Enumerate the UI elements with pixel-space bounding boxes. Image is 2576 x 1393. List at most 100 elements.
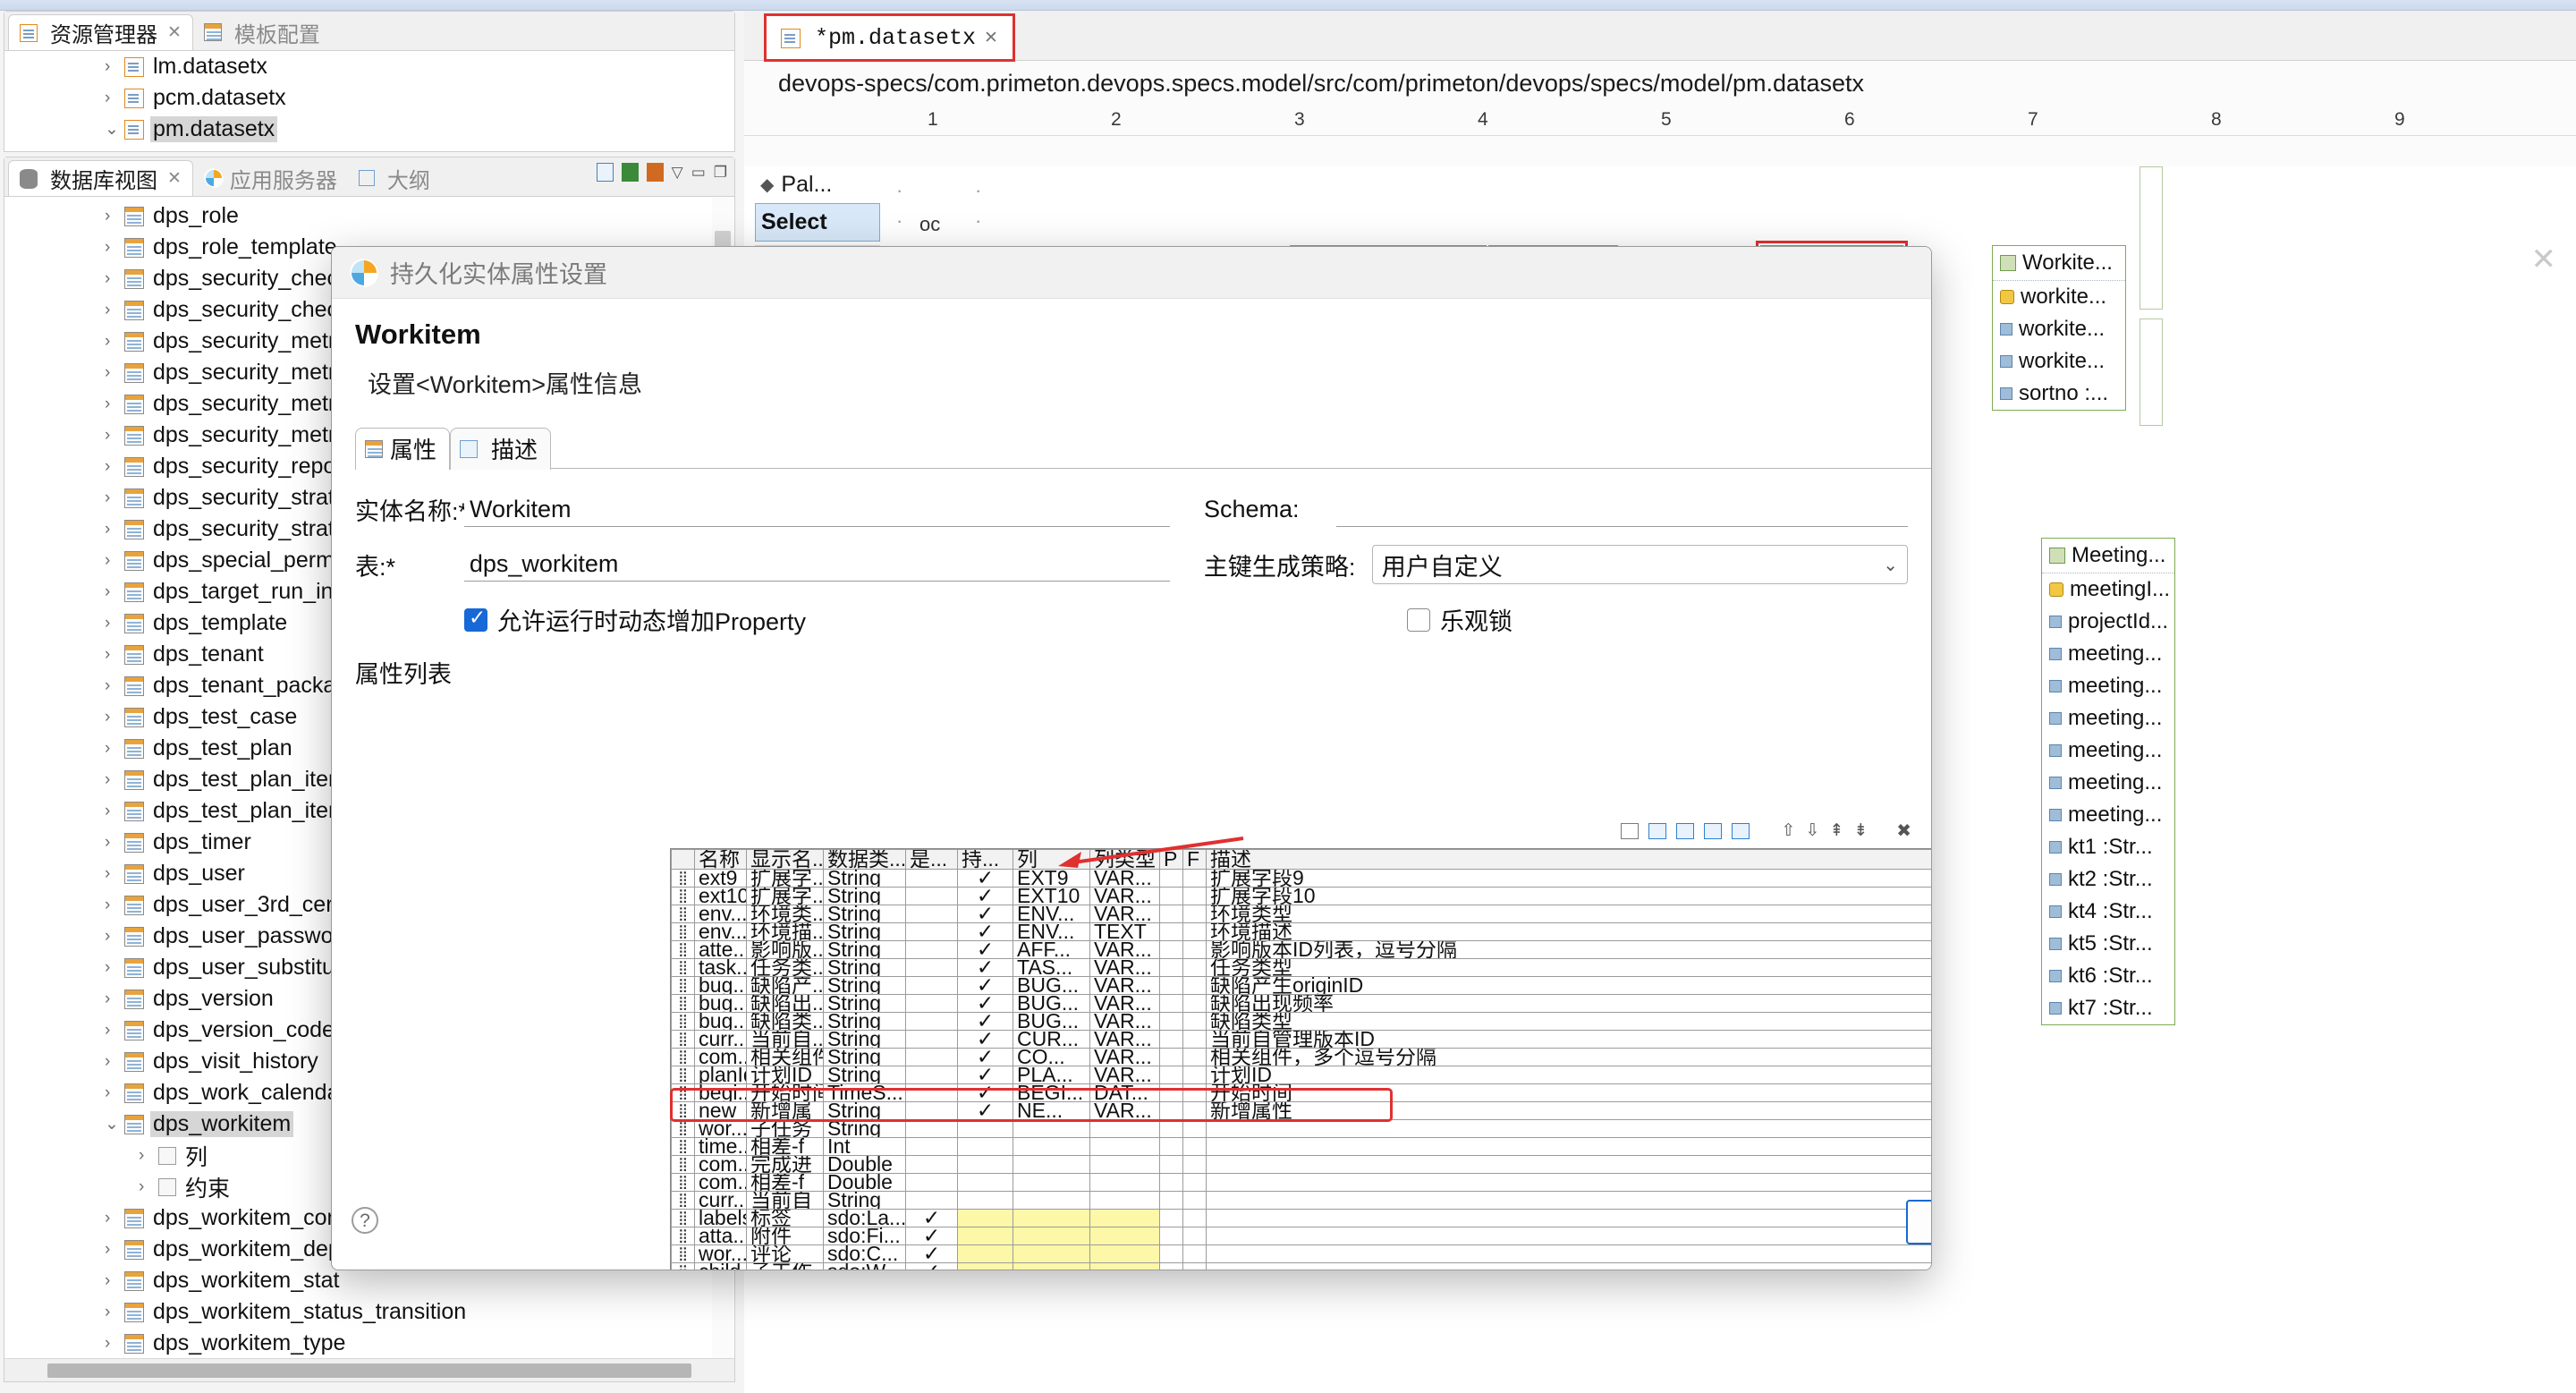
table-cell[interactable]: ENV...: [1013, 922, 1090, 941]
optimistic-lock-checkbox-row[interactable]: 乐观锁: [1407, 602, 1513, 637]
table-cell[interactable]: 扩展字段10: [1206, 887, 1931, 905]
table-cell[interactable]: EXT10: [1013, 887, 1090, 905]
table-cell[interactable]: task...: [694, 958, 747, 977]
table-cell[interactable]: [1159, 1066, 1183, 1084]
ok-button[interactable]: 确定: [1906, 1200, 1931, 1244]
table-cell[interactable]: 相差-f: [746, 1137, 824, 1156]
table-cell[interactable]: [1013, 1137, 1090, 1156]
table-cell[interactable]: [905, 1155, 958, 1174]
table-cell[interactable]: VAR...: [1089, 1048, 1160, 1066]
table-cell[interactable]: [1159, 1030, 1183, 1049]
table-cell[interactable]: PLA...: [1013, 1066, 1090, 1084]
table-cell[interactable]: [1159, 994, 1183, 1013]
table-cell[interactable]: VAR...: [1089, 994, 1160, 1013]
table-cell[interactable]: 缺陷出...: [746, 994, 824, 1013]
table-cell[interactable]: DAT...: [1089, 1083, 1160, 1102]
table-cell[interactable]: ✓: [957, 940, 1013, 959]
table-cell[interactable]: [1206, 1119, 1931, 1138]
entity-attribute-row[interactable]: sortno :...: [1993, 378, 2125, 410]
sort-icon[interactable]: [646, 163, 664, 182]
table-cell[interactable]: [905, 922, 958, 941]
pk-strategy-select[interactable]: 用户自定义 ⌄: [1371, 545, 1909, 584]
table-row[interactable]: ⣿ bug... 缺陷产... String ✓ BUG... VAR... 缺陷产生orig…: [671, 976, 1931, 995]
table-cell[interactable]: bug...: [694, 976, 747, 995]
table-cell[interactable]: wor...: [694, 1119, 747, 1138]
table-cell[interactable]: planId: [694, 1066, 747, 1084]
row-handle-icon[interactable]: ⣿: [671, 922, 695, 941]
table-cell[interactable]: [1182, 976, 1207, 995]
tree-item-pcm-datasetx[interactable]: › pcm.datasetx: [4, 82, 734, 114]
table-input[interactable]: [463, 548, 1170, 582]
palette-expand-icon[interactable]: ◆: [760, 174, 774, 196]
row-handle-icon[interactable]: ⣿: [671, 1030, 695, 1049]
table-cell[interactable]: 扩展字段9: [1206, 869, 1931, 888]
expand-arrow-icon[interactable]: ›: [105, 990, 124, 1009]
table-cell[interactable]: VAR...: [1089, 958, 1160, 977]
table-cell[interactable]: String: [823, 887, 906, 905]
expand-arrow-icon[interactable]: ›: [105, 770, 124, 790]
database-horizontal-scrollbar[interactable]: [4, 1358, 734, 1381]
table-cell[interactable]: [1182, 1048, 1207, 1066]
expand-arrow-icon[interactable]: ›: [105, 896, 124, 915]
table-cell[interactable]: [1159, 887, 1183, 905]
expand-arrow-icon[interactable]: ›: [105, 739, 124, 759]
table-cell[interactable]: 计划ID: [1206, 1066, 1931, 1084]
table-cell[interactable]: 缺陷类型: [1206, 1012, 1931, 1031]
table-cell[interactable]: 新增属性: [1206, 1101, 1931, 1120]
row-handle-icon[interactable]: ⣿: [671, 976, 695, 995]
table-cell[interactable]: [957, 1119, 1013, 1138]
table-cell[interactable]: [1013, 1155, 1090, 1174]
table-row[interactable]: ⣿ new 新增属 String ✓ NE... VAR... 新增属性: [671, 1101, 1931, 1120]
table-cell[interactable]: [1159, 1137, 1183, 1156]
expand-arrow-icon[interactable]: ›: [105, 488, 124, 508]
table-cell[interactable]: [1159, 922, 1183, 941]
column-header[interactable]: 是...: [905, 849, 958, 870]
expand-arrow-icon[interactable]: ›: [105, 363, 124, 383]
table-cell[interactable]: bug...: [694, 1012, 747, 1031]
expand-arrow-icon[interactable]: ›: [105, 1303, 124, 1322]
table-cell[interactable]: [905, 1012, 958, 1031]
table-cell[interactable]: ext9: [694, 869, 747, 888]
entity-attribute-row[interactable]: kt4 :Str...: [2042, 896, 2174, 928]
entity-name-input[interactable]: [464, 492, 1170, 527]
entity-attribute-row[interactable]: kt6 :Str...: [2042, 960, 2174, 992]
table-cell[interactable]: 任务类...: [746, 958, 824, 977]
table-cell[interactable]: [905, 958, 958, 977]
table-cell[interactable]: BUG...: [1013, 976, 1090, 995]
table-cell[interactable]: ✓: [957, 1030, 1013, 1049]
dynamic-property-checkbox[interactable]: [464, 606, 487, 632]
table-cell[interactable]: 扩展字...: [746, 869, 824, 888]
editor-tab-pm-datasetx[interactable]: *pm.datasetx ✕: [764, 13, 1015, 62]
expand-arrow-icon[interactable]: ›: [139, 1177, 158, 1197]
table-cell[interactable]: [905, 1048, 958, 1066]
entity-attribute-row[interactable]: workite...: [1993, 313, 2125, 345]
table-row[interactable]: ⣿ bug... 缺陷出... String ✓ BUG... VAR... 缺陷出现频率: [671, 994, 1931, 1013]
expand-arrow-icon[interactable]: ›: [139, 1146, 158, 1166]
column-header[interactable]: 名称: [694, 849, 747, 870]
table-row[interactable]: ⣿ bug... 缺陷类... String ✓ BUG... VAR... 缺陷类型: [671, 1012, 1931, 1031]
table-cell[interactable]: 环境类...: [746, 905, 824, 923]
column-header[interactable]: 描述: [1206, 849, 1931, 870]
table-cell[interactable]: String: [823, 869, 906, 888]
expand-arrow-icon[interactable]: ›: [105, 301, 124, 320]
table-cell[interactable]: [1013, 1119, 1090, 1138]
table-cell[interactable]: [1206, 1155, 1931, 1174]
expand-arrow-icon[interactable]: ›: [105, 927, 124, 947]
table-cell[interactable]: 新增属: [746, 1101, 824, 1120]
table-cell[interactable]: EXT9: [1013, 869, 1090, 888]
table-cell[interactable]: curr...: [694, 1030, 747, 1049]
table-cell[interactable]: ✓: [957, 887, 1013, 905]
entity-attribute-row[interactable]: projectId...: [2042, 606, 2174, 638]
table-cell[interactable]: ✓: [957, 976, 1013, 995]
table-cell[interactable]: [1089, 1155, 1160, 1174]
dynamic-property-checkbox-row[interactable]: 允许运行时动态增加Property: [464, 602, 1205, 637]
table-cell[interactable]: VAR...: [1089, 905, 1160, 923]
table-cell[interactable]: [905, 1137, 958, 1156]
table-cell[interactable]: [1089, 1137, 1160, 1156]
entity-attribute-row[interactable]: workite...: [1993, 281, 2125, 313]
table-cell[interactable]: [1159, 940, 1183, 959]
table-cell[interactable]: [1182, 1083, 1207, 1102]
palette-header[interactable]: ◆ Pal...: [755, 166, 880, 203]
table-cell[interactable]: [1182, 1101, 1207, 1120]
entity-attribute-row[interactable]: meeting...: [2042, 670, 2174, 702]
